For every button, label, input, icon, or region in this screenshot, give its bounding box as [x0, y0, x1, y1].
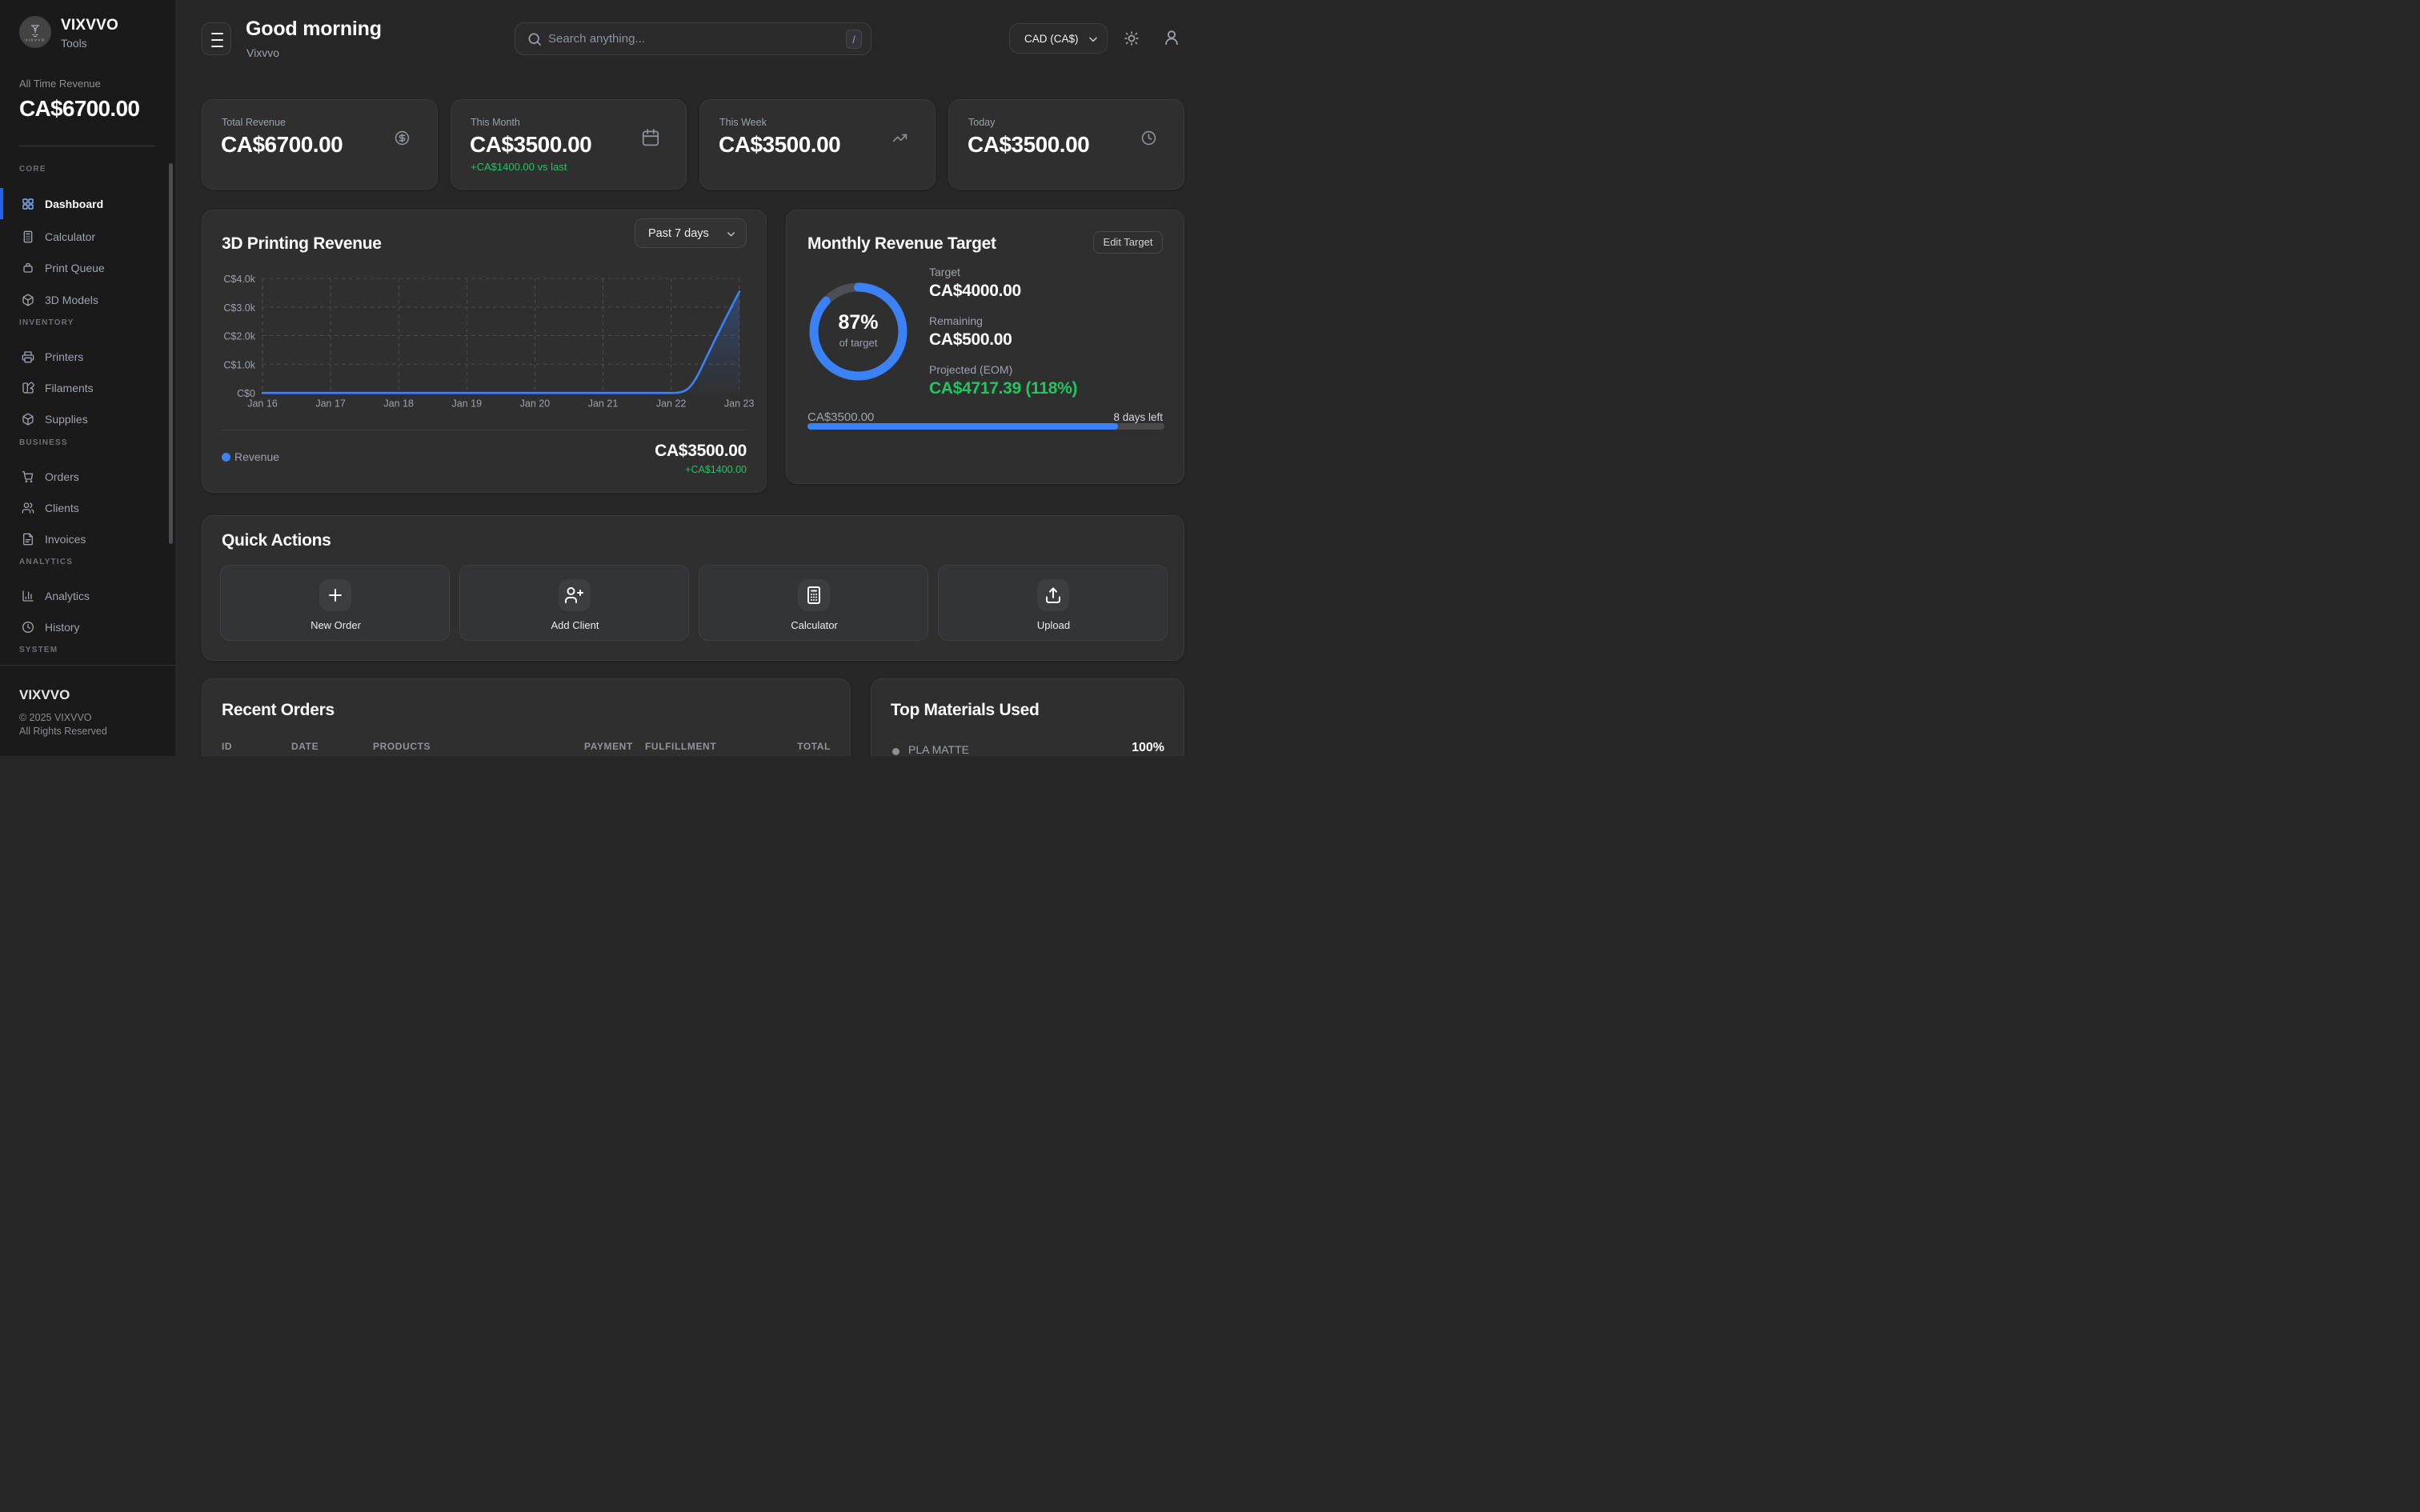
- svg-text:Jan 16: Jan 16: [247, 398, 278, 410]
- svg-text:Jan 20: Jan 20: [520, 398, 551, 410]
- svg-text:Jan 18: Jan 18: [383, 398, 414, 410]
- svg-text:C$3.0k: C$3.0k: [223, 302, 255, 314]
- svg-text:C$1.0k: C$1.0k: [223, 359, 255, 370]
- svg-text:C$2.0k: C$2.0k: [223, 331, 255, 342]
- svg-text:VIXVVO: VIXVVO: [25, 38, 46, 42]
- svg-text:C$4.0k: C$4.0k: [223, 274, 255, 285]
- svg-text:Jan 21: Jan 21: [588, 398, 619, 410]
- svg-text:Jan 19: Jan 19: [452, 398, 483, 410]
- svg-text:Jan 22: Jan 22: [656, 398, 687, 410]
- svg-text:Jan 17: Jan 17: [315, 398, 346, 410]
- svg-text:Jan 23: Jan 23: [724, 398, 755, 410]
